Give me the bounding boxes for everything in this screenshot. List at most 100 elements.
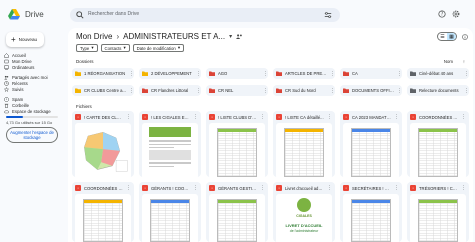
folder-item[interactable]: CR Flandres Littoral ⋮ [139,85,201,96]
more-options-icon[interactable]: ⋮ [126,185,131,191]
more-options-icon[interactable]: ⋮ [327,114,332,120]
more-options-icon[interactable]: ⋮ [397,88,402,94]
file-item[interactable]: ▪COORDONNÉES AD...⋮ [407,111,469,177]
folder-icon [276,88,282,93]
file-item[interactable]: ▪ COORDONNÉES CL... ⋮ [72,182,134,242]
file-thumbnail[interactable] [209,123,265,177]
more-options-icon[interactable]: ⋮ [260,114,265,120]
filter-contacts[interactable]: Contacts ▾ [100,44,130,52]
more-options-icon[interactable]: ⋮ [330,71,335,77]
more-options-icon[interactable]: ⋮ [327,185,332,191]
folder-name: CR Sud du Nord [285,88,316,93]
file-name: ! LISTE CLUBS D'A... [218,114,257,120]
breadcrumb-current[interactable]: ADMINISTRATEURS ET A... [123,32,225,41]
sidebar-item-storage[interactable]: Espace de stockage [4,108,64,114]
info-icon[interactable] [462,34,468,40]
new-button[interactable]: + Nouveau [6,32,44,47]
more-options-icon[interactable]: ⋮ [193,114,198,120]
breadcrumb-root[interactable]: Mon Drive [76,32,112,41]
file-item[interactable]: ▪ SECRÉTAIRES ! CE... ⋮ [340,182,402,242]
settings-gear-icon[interactable] [452,10,460,18]
file-thumbnail[interactable] [209,194,265,242]
folder-item[interactable]: 2 DÉVELOPPEMENT ⋮ [139,68,201,79]
star-icon [4,86,9,92]
folder-item[interactable]: CR Sud du Nord ⋮ [273,85,335,96]
more-options-icon[interactable]: ⋮ [260,185,265,191]
file-item[interactable]: ▪! CARTE DES CLUB... ⋮ [72,111,134,177]
more-options-icon[interactable]: ⋮ [196,71,201,77]
file-thumbnail[interactable] [343,194,399,242]
sort-button[interactable]: Nom [444,59,453,64]
drive-logo-icon[interactable] [8,9,20,20]
more-options-icon[interactable]: ⋮ [464,88,469,94]
more-options-icon[interactable]: ⋮ [394,114,399,120]
file-item[interactable]: ▪ Livret d'accueil adm... ⋮ CIGALES LIVRET D… [273,182,335,242]
search-bar[interactable]: Rechercher dans Drive [70,8,340,22]
folder-item[interactable]: ARTICLES DE PRESSE ⋮ [273,68,335,79]
folder-item[interactable]: DOCUMENTS OFFIC... ⋮ [340,85,402,96]
more-options-icon[interactable]: ⋮ [196,88,201,94]
file-item[interactable]: ▪ TRÉSORIERS ! CE... ⋮ [407,182,469,242]
search-input[interactable]: Rechercher dans Drive [88,11,139,17]
view-toggle[interactable]: ☰ ▦ [437,32,457,41]
file-thumbnail[interactable] [276,123,332,177]
file-item[interactable]: ▪! LES CIGALES EN ... ⋮ [139,111,201,177]
folder-item[interactable]: Ciné-débat 40 ans ⋮ [407,68,469,79]
file-item[interactable]: ▪GÉRANTS GESTION...⋮ [206,182,268,242]
livret-heading: LIVRET D'ACCUEIL [285,223,323,228]
file-item[interactable]: ▪! LISTE CA détaillé... ⋮ [273,111,335,177]
filter-modified-date[interactable]: Date de modification ▾ [132,44,184,52]
more-options-icon[interactable]: ⋮ [129,71,134,77]
more-options-icon[interactable]: ⋮ [129,88,134,94]
pdf-file-icon: ▪ [209,114,215,120]
file-item[interactable]: ▪ GÉRANTS ! COOR... ⋮ [139,182,201,242]
folder-item[interactable]: CR CLUBS Centre a... ⋮ [72,85,134,96]
folder-item[interactable]: Relecture documents ⋮ [407,85,469,96]
filter-options-icon[interactable] [324,11,332,19]
more-options-icon[interactable]: ⋮ [461,114,466,120]
sidebar-item-starred[interactable]: Suivis [4,86,64,92]
more-options-icon[interactable]: ⋮ [193,185,198,191]
folder-item[interactable]: CR NEL ⋮ [206,85,268,96]
more-options-icon[interactable]: ⋮ [397,71,402,77]
file-thumbnail[interactable] [410,123,466,177]
search-icon[interactable] [76,11,84,19]
folder-icon [209,88,215,93]
spreadsheet-thumbnail [417,198,459,242]
more-options-icon[interactable]: ⋮ [263,71,268,77]
help-icon[interactable]: ? [438,10,446,18]
spreadsheet-thumbnail [149,198,191,242]
file-thumbnail[interactable] [75,123,131,177]
more-options-icon[interactable]: ⋮ [330,88,335,94]
sidebar-item-label: Récents [12,80,28,86]
file-thumbnail[interactable] [343,123,399,177]
filter-type[interactable]: Type ▾ [76,44,98,52]
file-thumbnail[interactable]: CIGALES LIVRET D'ACCUEIL de l'administrate… [276,194,332,242]
file-item[interactable]: ▪ CA 2023 MANDATS... ⋮ [340,111,402,177]
chevron-down-icon[interactable]: ▾ [229,33,232,40]
more-options-icon[interactable]: ⋮ [461,185,466,191]
grid-view-icon[interactable]: ▦ [447,33,456,40]
sort-direction-icon[interactable]: ↑ [463,59,465,64]
sidebar-item-label: Mon Drive [12,58,32,64]
file-thumbnail[interactable] [75,194,131,242]
file-thumbnail[interactable] [142,194,198,242]
folder-item[interactable]: CA ⋮ [340,68,402,79]
pdf-file-icon: ▪ [209,185,215,191]
list-view-icon[interactable]: ☰ [438,33,447,40]
more-options-icon[interactable]: ⋮ [126,114,131,120]
file-header: ▪GÉRANTS GESTION...⋮ [206,182,268,194]
get-more-storage-button[interactable]: Augmenter l'espace de stockage [6,127,58,143]
folder-item[interactable]: AGO ⋮ [206,68,268,79]
more-options-icon[interactable]: ⋮ [394,185,399,191]
folder-item[interactable]: 1 RÉORGANISATION ⋮ [72,68,134,79]
more-options-icon[interactable]: ⋮ [464,71,469,77]
file-thumbnail[interactable] [142,123,198,177]
file-item[interactable]: ▪! LISTE CLUBS D'A... ⋮ [206,111,268,177]
file-thumbnail[interactable] [410,194,466,242]
breadcrumb-separator: › [116,32,120,41]
more-options-icon[interactable]: ⋮ [263,88,268,94]
file-name: Livret d'accueil adm... [285,185,324,191]
computer-icon [4,65,9,70]
sidebar-item-computers[interactable]: Ordinateurs [4,64,64,70]
